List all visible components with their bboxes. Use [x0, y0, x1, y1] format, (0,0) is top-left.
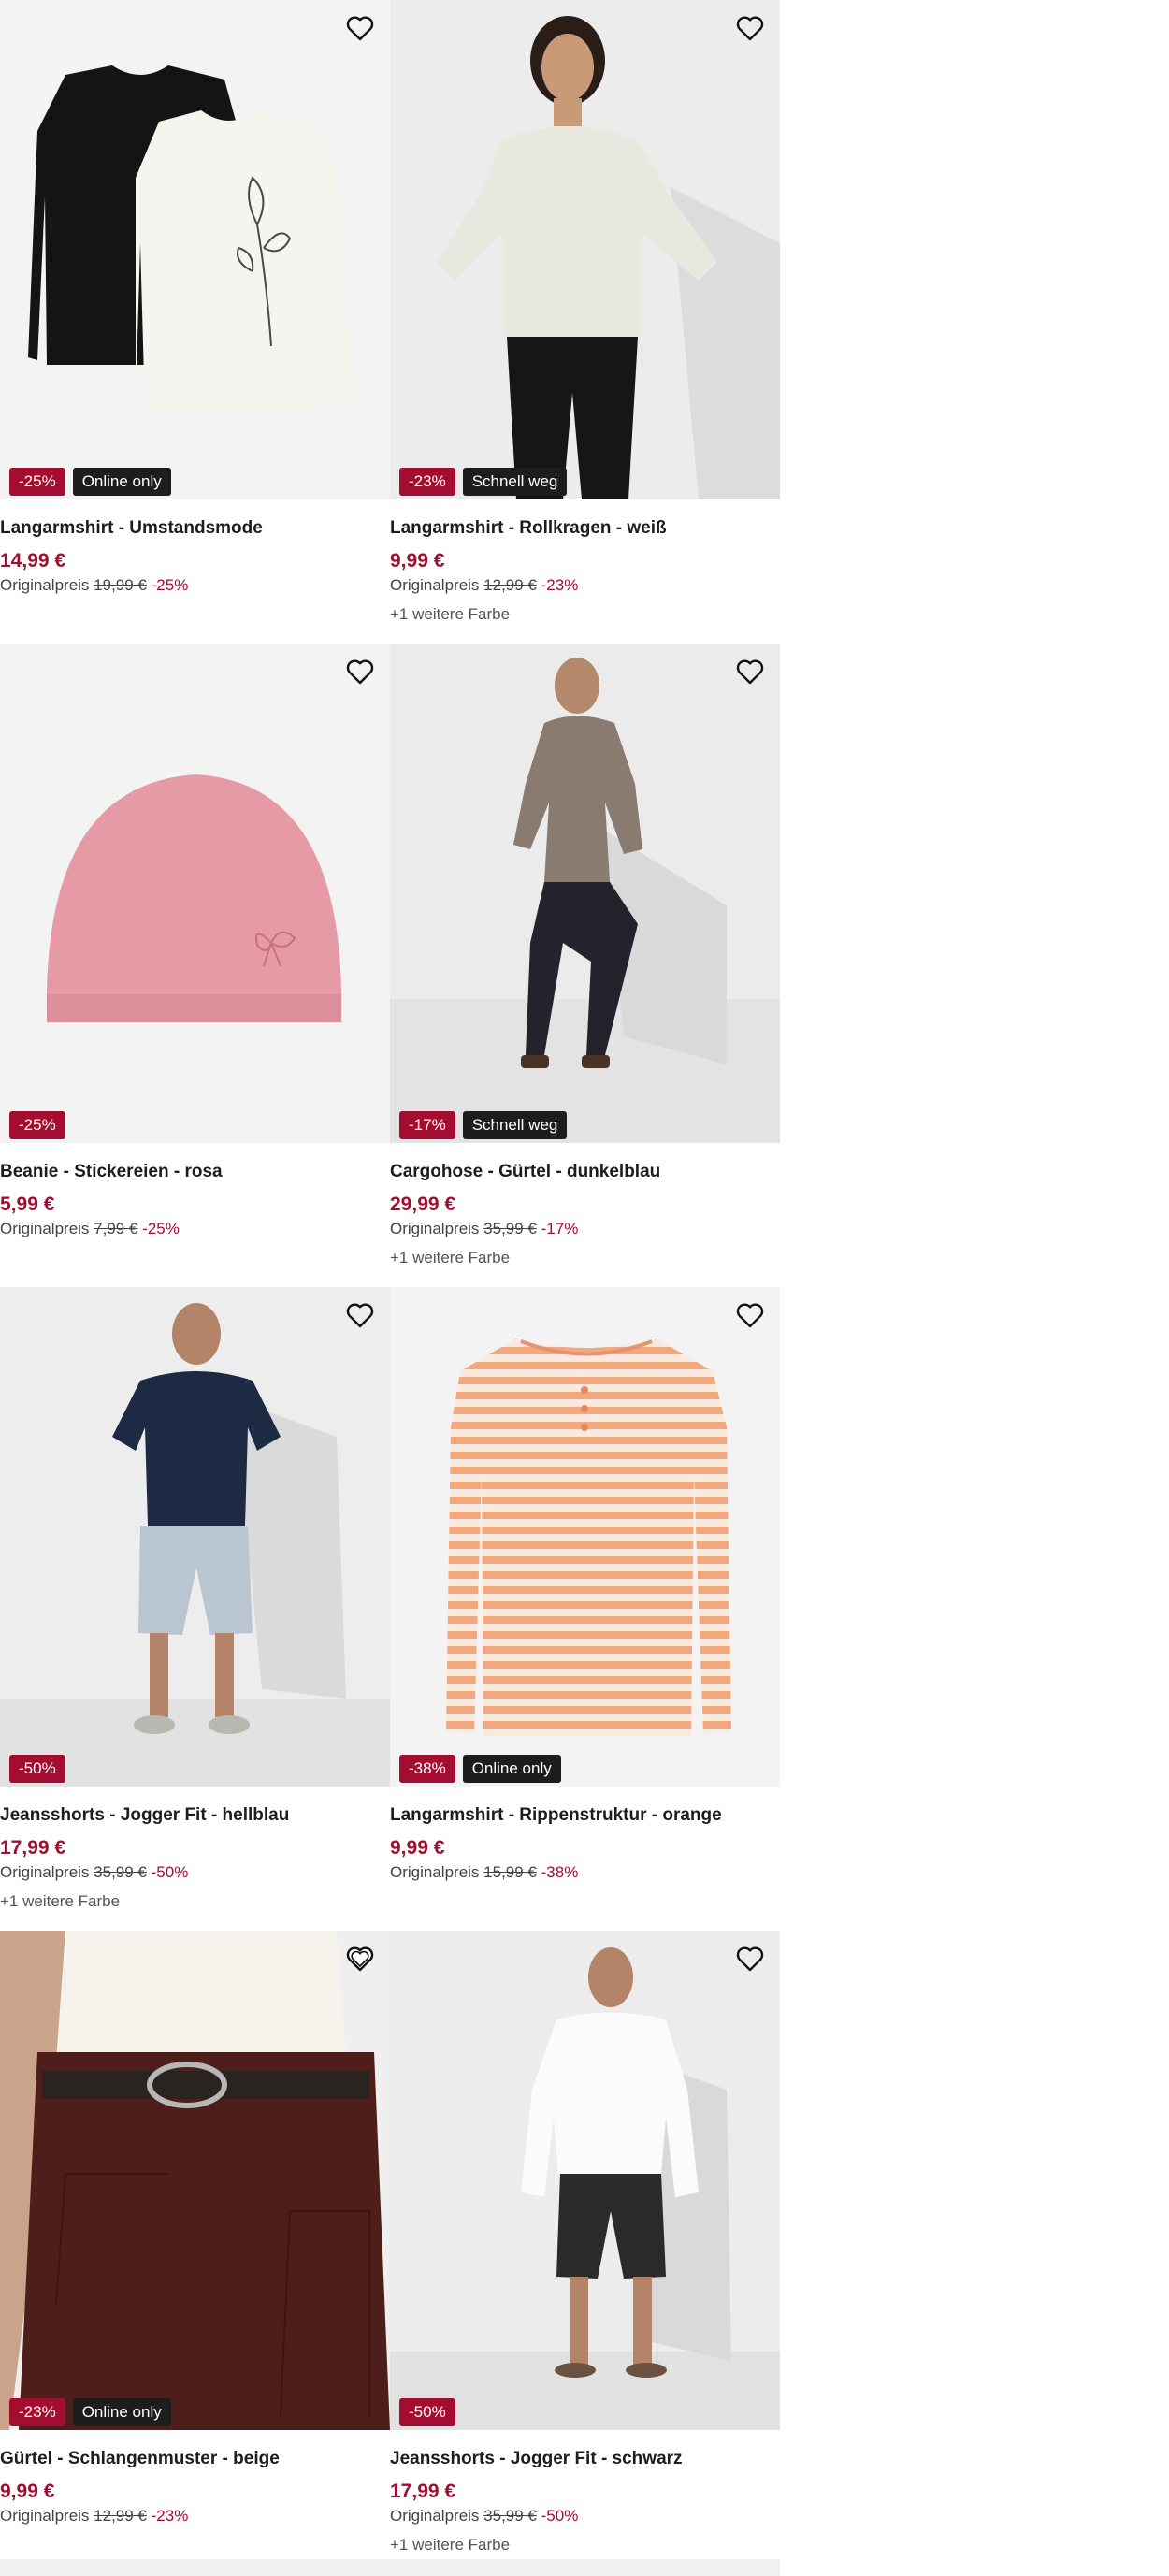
discount-percent: -38%	[541, 1863, 579, 1881]
sale-price: 17,99 €	[390, 2481, 456, 2502]
product-photo-image	[0, 644, 390, 1143]
original-price-line: Originalpreis 12,99 € -23%	[0, 2506, 390, 2526]
wishlist-heart-icon[interactable]	[731, 653, 769, 690]
original-price-label: Originalpreis	[390, 1220, 480, 1237]
product-card[interactable]: -50% Jeansshorts - Jogger Fit - hellblau…	[0, 1287, 390, 1912]
discount-percent: -23%	[541, 576, 579, 594]
sale-price: 14,99 €	[0, 550, 66, 572]
product-title[interactable]: Langarmshirt - Umstandsmode	[0, 515, 390, 542]
product-title[interactable]: Langarmshirt - Rollkragen - weiß	[390, 515, 780, 542]
original-price: 12,99 €	[483, 576, 537, 594]
product-image[interactable]: -17% Schnell weg	[390, 644, 780, 1143]
product-title[interactable]: Cargohose - Gürtel - dunkelblau	[390, 1159, 780, 1185]
discount-badge: -23%	[399, 468, 455, 496]
product-card[interactable]: -23% Schnell weg Langarmshirt - Rollkrag…	[390, 0, 780, 625]
product-card[interactable]: -17% Schnell weg Cargohose - Gürtel - du…	[390, 644, 780, 1268]
discount-percent: -25%	[142, 1220, 180, 1237]
product-image[interactable]: -50%	[0, 1287, 390, 1787]
product-title[interactable]: Beanie - Stickereien - rosa	[0, 1159, 390, 1185]
more-colors-link[interactable]: +1 weitere Farbe	[0, 1891, 390, 1912]
product-image[interactable]: -23% Schnell weg	[390, 0, 780, 499]
discount-percent: -17%	[541, 1220, 579, 1237]
product-card[interactable]: -23% Online only Gürtel - Schlangenmuste…	[0, 1931, 390, 2526]
product-photo-image	[0, 0, 390, 499]
wishlist-heart-icon[interactable]	[341, 9, 379, 47]
wishlist-heart-icon[interactable]	[341, 1296, 379, 1334]
product-image[interactable]: -25% Online only	[0, 0, 390, 499]
original-price-label: Originalpreis	[0, 1863, 90, 1881]
product-title[interactable]: Langarmshirt - Rippenstruktur - orange	[390, 1802, 780, 1829]
sale-price: 9,99 €	[0, 2481, 55, 2502]
original-price-label: Originalpreis	[390, 2507, 480, 2525]
discount-badge: -50%	[9, 1755, 65, 1783]
tag-badge: Schnell weg	[462, 1111, 568, 1139]
product-photo-image	[390, 0, 780, 499]
product-photo-image	[0, 1287, 390, 1787]
tag-badge: Online only	[462, 1755, 561, 1783]
tag-badge: Online only	[72, 468, 171, 496]
original-price-label: Originalpreis	[0, 1220, 90, 1237]
original-price-line: Originalpreis 35,99 € -50%	[390, 2506, 780, 2526]
product-card[interactable]: -25% Beanie - Stickereien - rosa 5,99 € …	[0, 644, 390, 1239]
original-price: 35,99 €	[483, 2507, 537, 2525]
product-image[interactable]: -25%	[0, 644, 390, 1143]
wishlist-heart-icon[interactable]	[731, 1940, 769, 1977]
product-card[interactable]: -50% Jeansshorts - Jogger Fit - schwarz …	[390, 1931, 780, 2555]
wishlist-heart-icon[interactable]	[341, 1940, 379, 1977]
discount-badge: -25%	[9, 468, 65, 496]
more-colors-link[interactable]: +1 weitere Farbe	[390, 2535, 780, 2555]
product-image[interactable]: -50%	[390, 1931, 780, 2430]
original-price: 35,99 €	[94, 1863, 147, 1881]
wishlist-heart-icon[interactable]	[731, 9, 769, 47]
discount-badge: -50%	[399, 2398, 455, 2426]
discount-percent: -50%	[541, 2507, 579, 2525]
original-price-label: Originalpreis	[390, 576, 480, 594]
more-colors-link[interactable]: +1 weitere Farbe	[390, 604, 780, 625]
original-price-label: Originalpreis	[0, 576, 90, 594]
original-price-line: Originalpreis 35,99 € -17%	[390, 1219, 780, 1239]
product-photo-image	[0, 1931, 390, 2430]
tag-badge: Online only	[72, 2398, 171, 2426]
sale-price: 9,99 €	[390, 550, 445, 572]
wishlist-heart-icon[interactable]	[341, 653, 379, 690]
original-price: 19,99 €	[94, 576, 147, 594]
product-image[interactable]: -23% Online only	[0, 1931, 390, 2430]
product-title[interactable]: Jeansshorts - Jogger Fit - schwarz	[390, 2446, 780, 2472]
product-photo-image	[390, 1931, 780, 2430]
sale-price: 5,99 €	[0, 1194, 55, 1215]
next-product-image[interactable]	[390, 2559, 780, 2576]
product-title[interactable]: Jeansshorts - Jogger Fit - hellblau	[0, 1802, 390, 1829]
discount-percent: -23%	[151, 2507, 189, 2525]
original-price: 12,99 €	[94, 2507, 147, 2525]
original-price-line: Originalpreis 12,99 € -23%	[390, 575, 780, 596]
original-price-label: Originalpreis	[0, 2507, 90, 2525]
original-price: 35,99 €	[483, 1220, 537, 1237]
product-photo-image	[390, 1287, 780, 1787]
discount-percent: -25%	[151, 576, 189, 594]
discount-badge: -38%	[399, 1755, 455, 1783]
next-product-image[interactable]	[0, 2559, 390, 2576]
more-colors-link[interactable]: +1 weitere Farbe	[390, 1248, 780, 1268]
discount-badge: -23%	[9, 2398, 65, 2426]
product-photo-image	[390, 644, 780, 1143]
original-price: 7,99 €	[94, 1220, 138, 1237]
wishlist-heart-icon[interactable]	[731, 1296, 769, 1334]
product-card[interactable]: -25% Online only Langarmshirt - Umstands…	[0, 0, 390, 596]
discount-badge: -25%	[9, 1111, 65, 1139]
sale-price: 9,99 €	[390, 1837, 445, 1859]
original-price-line: Originalpreis 15,99 € -38%	[390, 1862, 780, 1883]
tag-badge: Schnell weg	[462, 468, 568, 496]
product-card[interactable]: -38% Online only Langarmshirt - Rippenst…	[390, 1287, 780, 1883]
original-price-label: Originalpreis	[390, 1863, 480, 1881]
product-image[interactable]: -38% Online only	[390, 1287, 780, 1787]
sale-price: 29,99 €	[390, 1194, 456, 1215]
sale-price: 17,99 €	[0, 1837, 66, 1859]
product-title[interactable]: Gürtel - Schlangenmuster - beige	[0, 2446, 390, 2472]
discount-percent: -50%	[151, 1863, 189, 1881]
original-price-line: Originalpreis 19,99 € -25%	[0, 575, 390, 596]
original-price-line: Originalpreis 35,99 € -50%	[0, 1862, 390, 1883]
original-price: 15,99 €	[483, 1863, 537, 1881]
discount-badge: -17%	[399, 1111, 455, 1139]
original-price-line: Originalpreis 7,99 € -25%	[0, 1219, 390, 1239]
